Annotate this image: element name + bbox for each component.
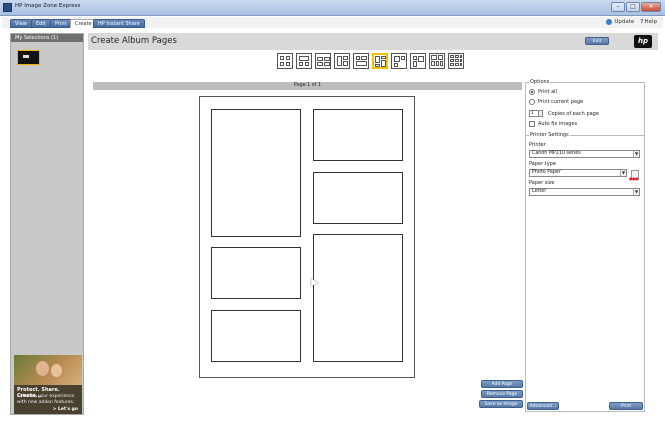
options-group: Options Print all Print current page 1 C… [525,79,645,136]
main-header: Create Album Pages Exit hp [88,33,658,50]
tab-hp-instant-share[interactable]: HP Instant Share [93,19,145,28]
tab-edit[interactable]: Edit [31,19,51,28]
paper-size-label: Paper size [529,180,555,186]
window-controls: – □ ✕ [610,2,661,12]
layout-option-2[interactable] [296,53,312,69]
save-as-image-button[interactable]: Save as Image [479,400,523,408]
tab-view[interactable]: View [10,19,32,28]
paper-printer-icon: ●●● [629,170,642,182]
layout-option-10[interactable] [448,53,464,69]
app-icon [3,3,12,12]
promo-photo [14,355,82,385]
tab-print[interactable]: Print [50,19,72,28]
layout-picker [277,53,467,69]
stepper-arrows-icon[interactable] [538,111,542,116]
minimize-icon[interactable]: – [611,2,625,12]
window-titlebar: HP Image Zone Express – □ ✕ [0,0,665,16]
page-indicator: Page 1 of 1 [93,82,522,90]
menu-tabs-bar: View Edit Print Create HP Instant Share … [2,17,663,28]
help-label: Help [644,19,657,25]
photo-slot-4[interactable] [211,247,301,299]
advanced-button[interactable]: Advanced... [527,402,559,410]
chevron-down-icon: ▼ [620,170,626,176]
photo-slot-1[interactable] [211,109,301,237]
my-selections-panel: My Selections (1) Protect. Share. Create… [10,33,84,415]
photo-slot-3[interactable] [313,172,403,224]
layout-option-6-selected[interactable] [372,53,388,69]
close-icon[interactable]: ✕ [641,2,661,12]
chevron-down-icon: ▼ [633,189,639,195]
selected-photo-thumbnail[interactable] [17,50,40,65]
layout-option-1[interactable] [277,53,293,69]
album-canvas [93,90,522,415]
photo-slot-6[interactable] [211,310,301,362]
update-link[interactable]: Update [606,19,634,25]
promo-banner[interactable]: Protect. Share. Create... Enhance your e… [14,355,82,414]
print-current-page-radio[interactable]: Print current page [529,99,583,105]
layout-option-9[interactable] [429,53,445,69]
layout-option-4[interactable] [334,53,350,69]
paper-size-select[interactable]: Letter ▼ [529,188,640,196]
promo-link[interactable]: > Let's go [53,407,78,412]
options-legend: Options [529,79,551,85]
main-panel: Create Album Pages Exit hp Page 1 of 1 A… [88,33,658,415]
top-right-links: Update ? Help [600,19,657,25]
print-all-radio[interactable]: Print all [529,89,557,95]
chevron-down-icon: ▼ [633,151,639,157]
info-icon [606,19,613,25]
printer-label: Printer [529,142,546,148]
paper-type-label: Paper type [529,161,556,167]
hp-logo: hp [634,35,652,48]
maximize-icon[interactable]: □ [626,2,640,12]
photo-slot-5[interactable] [313,234,403,362]
promo-subtitle: Enhance your experience with new addon f… [17,394,75,405]
help-icon: ? [640,19,644,25]
my-selections-header: My Selections (1) [11,34,83,42]
add-page-button[interactable]: Add Page [481,380,523,388]
layout-option-3[interactable] [315,53,331,69]
update-label: Update [614,19,635,25]
help-link[interactable]: ? Help [640,19,657,25]
layout-option-5[interactable] [353,53,369,69]
page-title: Create Album Pages [91,36,177,46]
layout-option-8[interactable] [410,53,426,69]
album-page [199,96,415,378]
printer-settings-group: Printer Settings Printer Canon MP210 ser… [525,132,645,412]
paper-type-select[interactable]: Photo Paper ▼ [529,169,627,177]
auto-fix-checkbox[interactable]: Auto fix images [529,121,577,127]
exit-button[interactable]: Exit [585,37,609,45]
copies-row: 1 Copies of each page [529,110,599,117]
remove-page-button[interactable]: Remove Page [481,390,523,398]
layout-option-7[interactable] [391,53,407,69]
printer-settings-legend: Printer Settings [529,132,570,138]
copies-stepper[interactable]: 1 [529,110,543,117]
printer-select[interactable]: Canon MP210 series ▼ [529,150,640,158]
window-title: HP Image Zone Express [15,3,81,9]
print-button[interactable]: Print [609,402,643,410]
copies-label: Copies of each page [548,110,599,117]
photo-slot-2[interactable] [313,109,403,161]
